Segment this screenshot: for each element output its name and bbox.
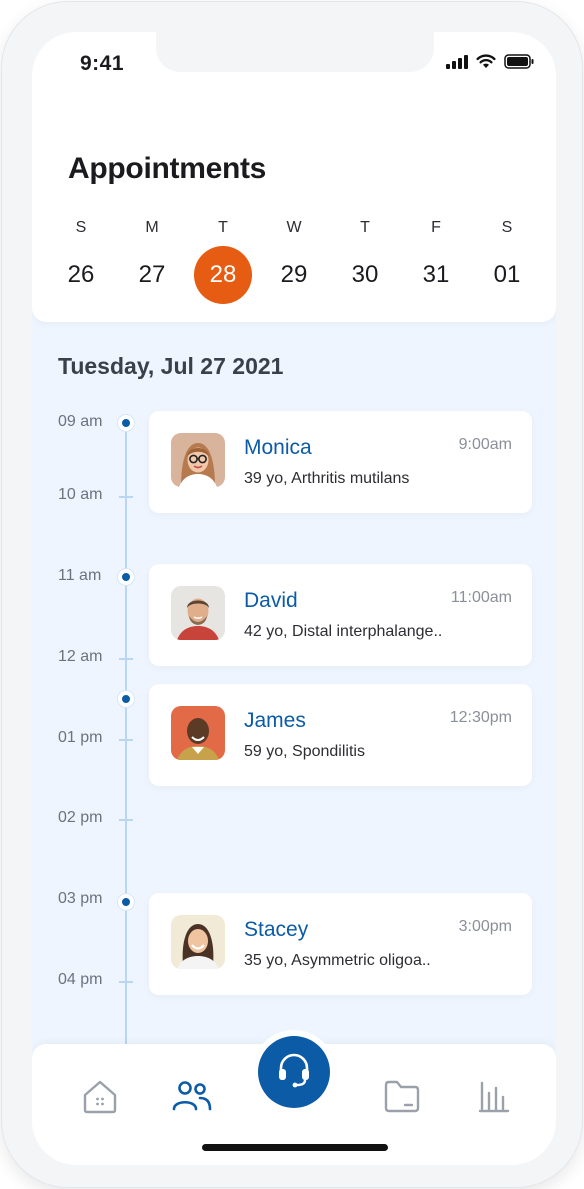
timeline-dot (118, 415, 134, 431)
day-number: 31 (422, 261, 450, 288)
appointment-card-monica[interactable]: Monica 39 yo, Arthritis mutilans 9:00am (149, 411, 532, 513)
folder-icon (383, 1079, 421, 1118)
page-title: Appointments (68, 152, 267, 185)
home-tab[interactable] (80, 1078, 120, 1118)
home-icon (81, 1078, 119, 1119)
battery-icon (504, 54, 534, 74)
files-tab[interactable] (382, 1078, 422, 1118)
time-slot-label: 10 am (58, 486, 103, 503)
day-tuesday-28-selected[interactable]: T 28 (188, 218, 258, 304)
bottom-tab-bar (32, 1030, 556, 1165)
time-slot-label: 02 pm (58, 809, 103, 826)
appointment-card-james[interactable]: James 59 yo, Spondilitis 12:30pm (149, 684, 532, 786)
weekday-label: S (75, 219, 87, 236)
appointment-time: 9:00am (458, 436, 512, 453)
stats-icon (478, 1079, 510, 1118)
day-wednesday-29[interactable]: W 29 (259, 218, 329, 304)
day-monday-27[interactable]: M 27 (117, 218, 187, 304)
app-screen: 9:41 Appointments S 26 M 27 T 28 W 29 T … (32, 32, 556, 1165)
time-slot-label: 11 am (58, 567, 102, 584)
day-sunday-26[interactable]: S 26 (46, 218, 116, 304)
header-area: 9:41 Appointments S 26 M 27 T 28 W 29 T … (32, 32, 556, 322)
patient-info: 42 yo, Distal interphalange.. (244, 623, 443, 640)
timeline-tick (119, 496, 133, 498)
support-headset-icon (275, 1051, 313, 1094)
status-icons (446, 54, 534, 74)
day-friday-31[interactable]: F 31 (401, 218, 471, 304)
appointment-time: 3:00pm (458, 918, 512, 935)
weekday-label: F (431, 219, 441, 236)
day-number: 26 (67, 261, 95, 288)
week-calendar: S 26 M 27 T 28 W 29 T 30 F 31 S 01 (46, 218, 542, 304)
day-number: 28 (194, 246, 252, 304)
weekday-label: S (501, 219, 513, 236)
device-notch (156, 32, 434, 72)
weekday-label: T (360, 219, 370, 236)
avatar (171, 586, 225, 640)
time-slot-label: 12 am (58, 648, 103, 665)
signal-icon (446, 54, 468, 74)
patient-name: Stacey (244, 918, 309, 941)
time-slot-label: 09 am (58, 413, 103, 430)
stats-tab[interactable] (474, 1078, 514, 1118)
patients-tab[interactable] (172, 1078, 212, 1118)
phone-frame: 9:41 Appointments S 26 M 27 T 28 W 29 T … (2, 2, 582, 1187)
timeline-dot (118, 691, 134, 707)
appointment-time: 11:00am (450, 589, 512, 606)
patient-name: James (244, 709, 306, 732)
avatar (171, 706, 225, 760)
wifi-icon (476, 54, 496, 74)
patient-name: Monica (244, 436, 312, 459)
appointment-time: 12:30pm (449, 709, 512, 726)
timeline-tick (119, 658, 133, 660)
home-indicator (202, 1144, 388, 1151)
appointment-card-david[interactable]: David 42 yo, Distal interphalange.. 11:0… (149, 564, 532, 666)
timeline-tick (119, 739, 133, 741)
day-thursday-30[interactable]: T 30 (330, 218, 400, 304)
timeline-dot (118, 894, 134, 910)
day-number: 30 (351, 261, 379, 288)
timeline-line (125, 423, 127, 1048)
patient-info: 59 yo, Spondilitis (244, 743, 365, 760)
weekday-label: M (145, 219, 159, 236)
time-slot-label: 01 pm (58, 729, 103, 746)
day-number: 29 (280, 261, 308, 288)
appointment-card-stacey[interactable]: Stacey 35 yo, Asymmetric oligoa.. 3:00pm (149, 893, 532, 995)
status-time: 9:41 (80, 52, 125, 75)
support-button[interactable] (258, 1036, 330, 1108)
weekday-label: T (218, 219, 228, 236)
day-number: 01 (493, 261, 521, 288)
time-slot-label: 03 pm (58, 890, 103, 907)
weekday-label: W (286, 219, 302, 236)
timeline-tick (119, 819, 133, 821)
avatar (171, 433, 225, 487)
patient-info: 39 yo, Arthritis mutilans (244, 470, 410, 487)
time-slot-label: 04 pm (58, 971, 103, 988)
schedule-date-heading: Tuesday, Jul 27 2021 (58, 353, 284, 379)
day-saturday-01[interactable]: S 01 (472, 218, 542, 304)
day-number: 27 (138, 261, 166, 288)
timeline-dot (118, 569, 134, 585)
patients-icon (172, 1079, 212, 1118)
patient-name: David (244, 589, 298, 612)
timeline-tick (119, 981, 133, 983)
patient-info: 35 yo, Asymmetric oligoa.. (244, 952, 431, 969)
avatar (171, 915, 225, 969)
